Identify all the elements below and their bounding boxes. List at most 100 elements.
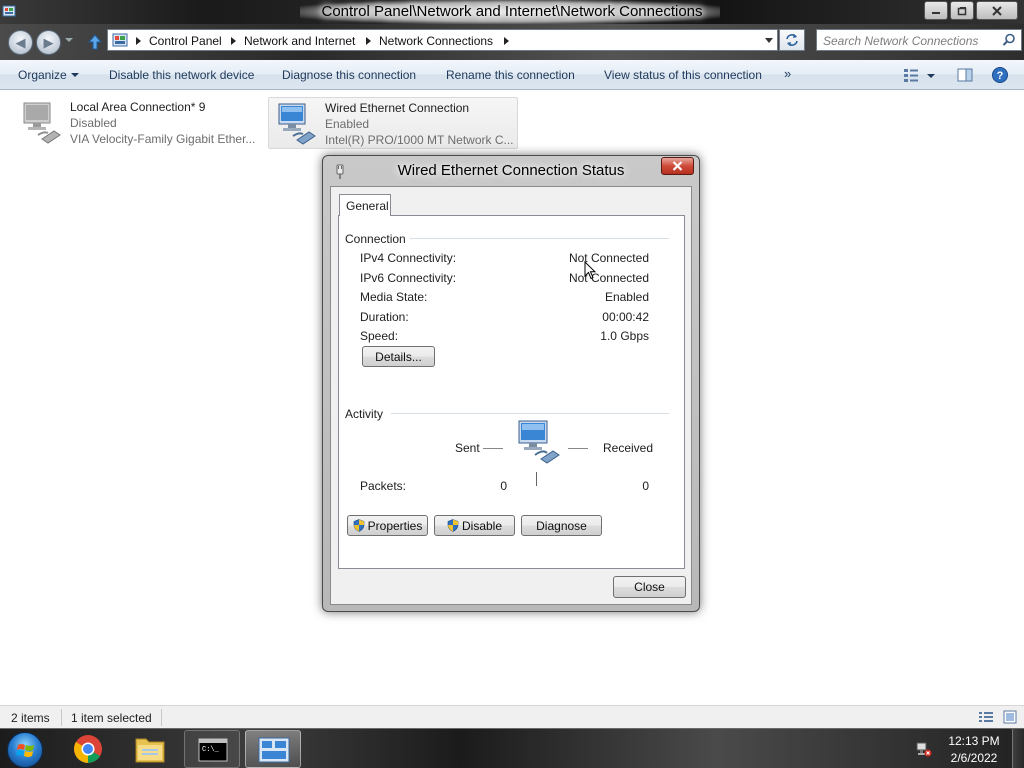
control-panel-icon <box>112 33 128 47</box>
taskbar-chrome[interactable] <box>60 730 116 768</box>
group-divider <box>391 413 669 414</box>
taskbar-explorer[interactable] <box>122 730 178 768</box>
svg-text:?: ? <box>997 70 1004 82</box>
connection-state: Disabled <box>70 116 117 130</box>
chrome-icon <box>74 735 102 763</box>
ipv4-label: IPv4 Connectivity: <box>360 251 457 265</box>
disable-device-button[interactable]: Disable this network device <box>109 68 254 82</box>
address-dropdown-icon[interactable] <box>765 38 773 43</box>
restore-icon <box>957 6 967 15</box>
connection-status-dialog: Wired Ethernet Connection Status General… <box>322 155 700 612</box>
group-divider <box>407 238 669 239</box>
tab-general[interactable]: General <box>339 194 391 216</box>
close-icon <box>992 5 1002 16</box>
packets-sent-value: 0 <box>500 479 507 493</box>
search-box[interactable] <box>816 29 1022 51</box>
search-icon[interactable] <box>1002 33 1016 47</box>
close-button[interactable]: Close <box>613 576 686 598</box>
diagnose-button[interactable]: Diagnose <box>521 515 602 536</box>
breadcrumb-network-and-internet[interactable]: Network and Internet <box>244 34 355 48</box>
taskbar: C:\_ 12:13 PM 2/6/2022 <box>0 728 1024 768</box>
organize-dropdown-icon[interactable] <box>71 73 79 77</box>
preview-pane-icon[interactable] <box>956 66 974 84</box>
status-divider <box>61 709 62 726</box>
start-button[interactable] <box>7 732 43 768</box>
view-options-dropdown-icon[interactable] <box>924 66 938 84</box>
taskbar-network-connections[interactable] <box>245 730 301 768</box>
speed-value: 1.0 Gbps <box>600 329 649 343</box>
media-state-value: Enabled <box>604 290 649 304</box>
connection-group-label: Connection <box>345 232 410 246</box>
network-tray-icon[interactable] <box>916 741 932 757</box>
up-arrow-icon[interactable] <box>88 34 102 50</box>
refresh-button[interactable] <box>779 29 805 51</box>
mouse-cursor-icon <box>584 261 596 280</box>
activity-group-label: Activity <box>345 407 388 421</box>
clock-date[interactable]: 2/6/2022 <box>944 751 1004 765</box>
ipv6-label: IPv6 Connectivity: <box>360 271 457 285</box>
breadcrumb-arrow-icon[interactable] <box>504 37 509 45</box>
uac-shield-icon <box>447 519 459 532</box>
disable-button[interactable]: Disable <box>434 515 515 536</box>
more-commands-button[interactable]: » <box>784 66 791 81</box>
minimize-icon <box>932 11 940 14</box>
details-view-icon[interactable] <box>978 710 994 724</box>
diagnose-connection-button[interactable]: Diagnose this connection <box>282 68 416 82</box>
ipv4-value: Not Connected <box>568 251 649 265</box>
dialog-close-button[interactable] <box>661 157 694 175</box>
status-bar: 2 items 1 item selected <box>0 705 1024 728</box>
packets-received-value: 0 <box>642 479 649 493</box>
taskbar-command-prompt[interactable]: C:\_ <box>184 730 240 768</box>
change-view-icon[interactable] <box>902 66 920 84</box>
clock-time[interactable]: 12:13 PM <box>944 734 1004 748</box>
duration-value: 00:00:42 <box>602 310 649 324</box>
back-button[interactable]: ◀ <box>8 30 33 55</box>
network-activity-icon <box>518 420 560 464</box>
address-bar[interactable]: Control Panel Network and Internet Netwo… <box>107 29 778 51</box>
selection-count: 1 item selected <box>71 711 152 725</box>
details-button[interactable]: Details... <box>362 346 435 367</box>
breadcrumb-network-connections[interactable]: Network Connections <box>379 34 493 48</box>
dialog-title: Wired Ethernet Connection Status <box>397 162 625 179</box>
disable-button-label: Disable <box>461 518 503 533</box>
speed-label: Speed: <box>360 329 399 343</box>
packets-divider <box>536 472 537 486</box>
help-icon[interactable]: ? <box>991 66 1009 84</box>
duration-label: Duration: <box>360 310 409 324</box>
ipv6-value: Not Connected <box>568 271 649 285</box>
breadcrumb-arrow-icon[interactable] <box>366 37 371 45</box>
minimize-button[interactable] <box>924 1 948 20</box>
general-tab-panel: Connection IPv4 Connectivity: Not Connec… <box>338 215 685 569</box>
rename-connection-button[interactable]: Rename this connection <box>446 68 575 82</box>
svg-text:C:\_: C:\_ <box>202 746 220 754</box>
sent-label: Sent <box>455 441 480 455</box>
properties-button-label: Properties <box>367 518 423 533</box>
network-adapter-icon <box>278 103 316 145</box>
properties-button[interactable]: Properties <box>347 515 428 536</box>
search-input[interactable] <box>823 33 993 48</box>
media-state-label: Media State: <box>360 290 428 304</box>
received-line <box>568 448 588 449</box>
close-window-button[interactable] <box>976 1 1018 20</box>
window-title-bar: Control Panel\Network and Internet\Netwo… <box>0 0 1024 24</box>
dialog-body: General Connection IPv4 Connectivity: No… <box>330 186 692 605</box>
connection-item-wired-ethernet[interactable]: Wired Ethernet Connection Enabled Intel(… <box>268 97 518 149</box>
breadcrumb-arrow-icon[interactable] <box>136 37 141 45</box>
forward-button[interactable]: ▶ <box>36 30 61 55</box>
recent-pages-dropdown[interactable] <box>65 38 73 42</box>
view-status-button[interactable]: View status of this connection <box>604 68 762 82</box>
connection-name: Local Area Connection* 9 <box>70 100 206 114</box>
uac-shield-icon <box>353 519 364 532</box>
show-desktop-button[interactable] <box>1012 729 1024 768</box>
connection-device: Intel(R) PRO/1000 MT Network C... <box>325 133 514 147</box>
breadcrumb-control-panel[interactable]: Control Panel <box>149 34 222 48</box>
tiles-view-icon[interactable] <box>1002 710 1018 724</box>
network-adapter-disabled-icon <box>23 102 61 144</box>
connection-name: Wired Ethernet Connection <box>325 101 470 115</box>
connection-item-local-area[interactable]: Local Area Connection* 9 Disabled VIA Ve… <box>14 97 264 149</box>
folder-icon <box>135 738 165 763</box>
organize-menu[interactable]: Organize <box>18 68 67 82</box>
forward-arrow-icon: ▶ <box>43 34 54 50</box>
breadcrumb-arrow-icon[interactable] <box>231 37 236 45</box>
maximize-button[interactable] <box>950 1 974 20</box>
